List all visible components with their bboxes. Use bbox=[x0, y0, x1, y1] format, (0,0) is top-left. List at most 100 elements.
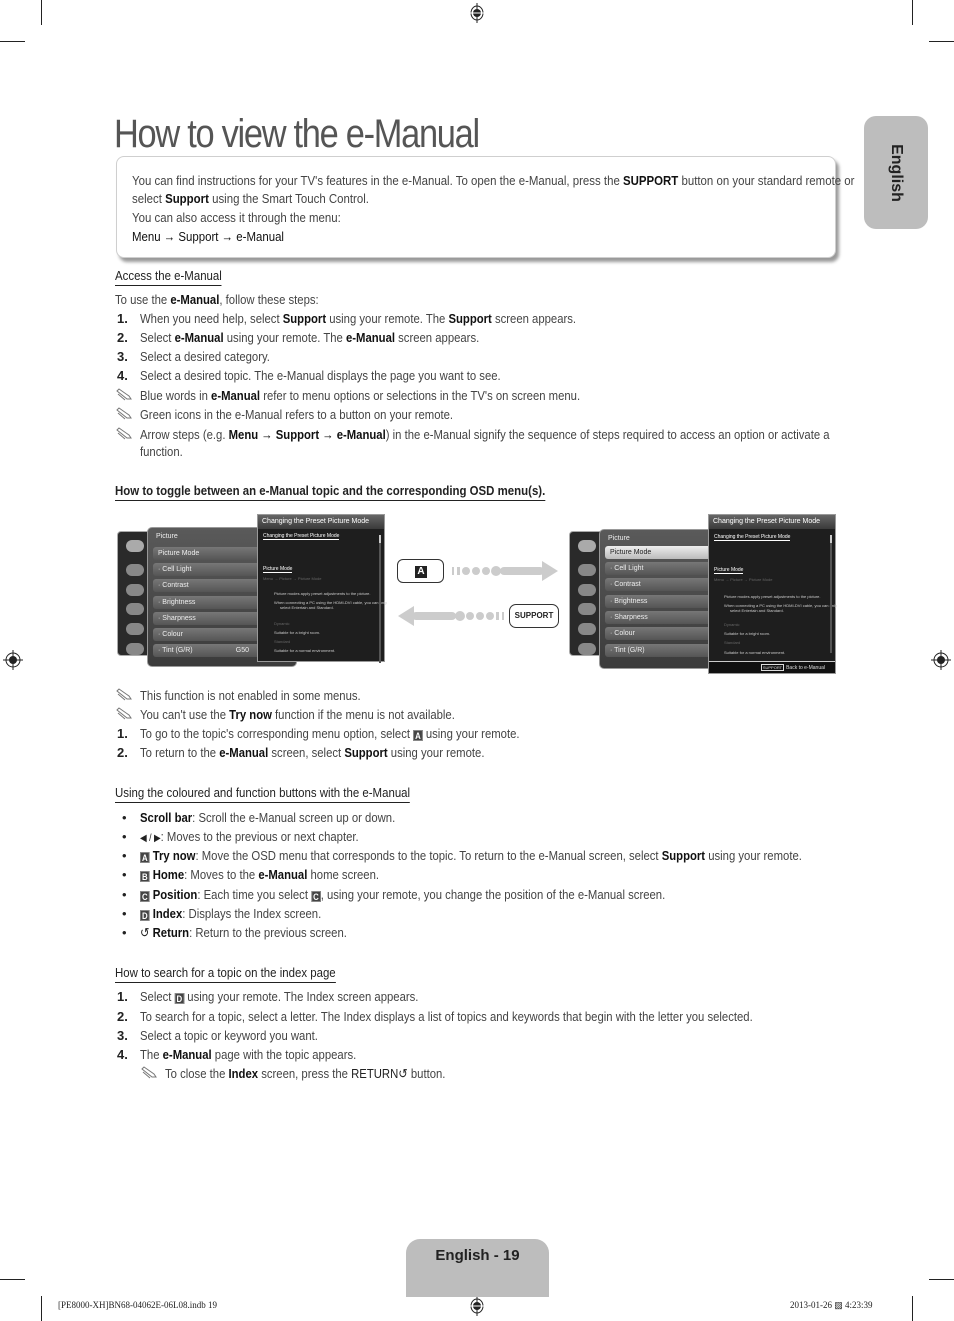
network-icon bbox=[578, 584, 596, 596]
toggle-note: You can't use the Try now function if th… bbox=[115, 705, 835, 724]
panel-footer: SUPPORT Back to e-Manual bbox=[709, 661, 835, 673]
panel-subtitle: Changing the Preset Picture Mode bbox=[263, 533, 340, 540]
language-tab-label: English bbox=[888, 143, 905, 202]
d-key-icon: D bbox=[140, 910, 150, 921]
panel-text: Standard bbox=[274, 639, 291, 644]
page-title: How to view the e-Manual bbox=[114, 112, 480, 156]
a-key-icon: A bbox=[140, 852, 150, 863]
panel-section: Picture Mode bbox=[714, 567, 744, 574]
c-key-icon: C bbox=[311, 891, 321, 902]
button-item: • A Try now: Move the OSD menu that corre… bbox=[122, 848, 802, 863]
arrow-right-icon bbox=[452, 561, 558, 581]
access-note: Arrow steps (e.g. Menu → Support → e-Man… bbox=[115, 425, 835, 444]
smart-features-icon bbox=[578, 603, 596, 615]
access-step: 1. When you need help, select Support usi… bbox=[117, 311, 577, 326]
arrow-left-icon bbox=[398, 606, 504, 626]
scrollbar bbox=[830, 535, 832, 653]
panel-text: Suitable for a normal environment. bbox=[274, 648, 336, 653]
panel-text: Standard bbox=[724, 640, 741, 645]
crop-mark bbox=[0, 41, 25, 42]
panel-path: Menu → Picture → Picture Mode bbox=[263, 576, 322, 581]
intro-line-3: You can also access it through the menu: bbox=[132, 210, 341, 225]
intro-menu-path: Menu → Support → e-Manual bbox=[132, 229, 284, 244]
intro-line-1: You can find instructions for your TV's … bbox=[132, 173, 855, 188]
button-item: • ◀ / ▶: Moves to the previous or next ch… bbox=[122, 829, 359, 844]
gear-icon bbox=[126, 623, 144, 635]
panel-text: Picture modes apply preset adjustments t… bbox=[724, 594, 821, 599]
section-heading-toggle: How to toggle between an e-Manual topic … bbox=[115, 483, 546, 501]
page-number-tab: English - 19 bbox=[406, 1239, 549, 1297]
support-key-button: SUPPORT bbox=[509, 604, 559, 628]
pencil-note-icon bbox=[116, 427, 132, 440]
emanual-panel: Changing the Preset Picture Mode Changin… bbox=[257, 514, 387, 663]
registration-mark-icon bbox=[469, 1296, 485, 1316]
section-heading-buttons: Using the coloured and function buttons … bbox=[115, 785, 411, 803]
crop-mark bbox=[912, 0, 913, 25]
c-key-icon: C bbox=[140, 891, 150, 902]
section-heading-access: Access the e-Manual bbox=[115, 268, 222, 286]
button-item: • ↺ Return: Return to the previous screen… bbox=[122, 925, 347, 940]
emanual-panel: Changing the Preset Picture Mode Changin… bbox=[708, 514, 837, 674]
picture-icon bbox=[126, 540, 144, 552]
search-step: 3. Select a topic or keyword you want. bbox=[117, 1028, 318, 1043]
intro-line-2: select Support using the Smart Touch Con… bbox=[132, 191, 369, 206]
page-number-label: English - 19 bbox=[435, 1247, 520, 1264]
search-step: 2. To search for a topic, select a letter… bbox=[117, 1009, 753, 1024]
access-note: Blue words in e-Manual refer to menu opt… bbox=[115, 386, 835, 405]
pencil-note-icon bbox=[116, 707, 132, 720]
pencil-note-icon bbox=[141, 1066, 157, 1079]
button-item: • Scroll bar: Scroll the e-Manual screen … bbox=[122, 810, 396, 825]
search-note: To close the Index screen, press the RET… bbox=[140, 1064, 840, 1083]
prev-next-arrows-icon: ◀ / ▶ bbox=[140, 833, 161, 844]
pencil-note-icon bbox=[116, 688, 132, 701]
a-key-button: A bbox=[397, 559, 444, 583]
button-item: • C Position: Each time you select C, usi… bbox=[122, 887, 666, 902]
picture-icon bbox=[578, 540, 596, 552]
access-lead: To use the e-Manual, follow these steps: bbox=[115, 292, 319, 307]
toggle-step: 2. To return to the e-Manual screen, sele… bbox=[117, 745, 485, 760]
pencil-note-icon bbox=[116, 407, 132, 420]
d-key-icon: D bbox=[174, 993, 185, 1004]
panel-text: Suitable for a bright room. bbox=[724, 631, 771, 636]
panel-path: Menu → Picture → Picture Mode bbox=[714, 577, 773, 582]
crop-mark bbox=[912, 1296, 913, 1321]
registration-mark-icon bbox=[469, 3, 485, 23]
scrollbar bbox=[379, 535, 381, 663]
crop-mark bbox=[929, 1279, 954, 1280]
tv-screenshot-osd: Picture Picture Mode · Cell Light · Cont… bbox=[117, 514, 387, 667]
registration-mark-icon bbox=[931, 650, 951, 670]
support-icon bbox=[126, 643, 144, 655]
access-note: Green icons in the e-Manual refers to a … bbox=[115, 405, 835, 424]
crop-mark bbox=[929, 41, 954, 42]
access-note-continued: function. bbox=[140, 444, 183, 459]
panel-text: Picture modes apply preset adjustments t… bbox=[274, 591, 371, 596]
gear-icon bbox=[578, 623, 596, 635]
panel-section: Picture Mode bbox=[263, 566, 293, 573]
menu-title: Picture bbox=[608, 535, 630, 542]
a-key-icon: A bbox=[413, 730, 423, 741]
tv-screenshot-emanual: Picture Picture Mode · Cell Light · Cont… bbox=[569, 514, 837, 674]
panel-header: Changing the Preset Picture Mode bbox=[258, 515, 384, 529]
support-icon bbox=[578, 643, 596, 655]
panel-text: select Entertain and Standard. bbox=[280, 605, 334, 610]
footer-timestamp: 2013-01-26 ▨ 4:23:39 bbox=[790, 1300, 873, 1310]
toggle-note: This function is not enabled in some men… bbox=[115, 686, 835, 705]
menu-title: Picture bbox=[156, 533, 178, 540]
crop-mark bbox=[0, 1279, 25, 1280]
registration-mark-icon bbox=[3, 650, 23, 670]
b-key-icon: B bbox=[140, 871, 150, 882]
search-step: 1. Select D using your remote. The Index … bbox=[117, 989, 419, 1004]
panel-text: Dynamic bbox=[274, 621, 290, 626]
panel-text: Suitable for a normal environment. bbox=[724, 650, 786, 655]
crop-mark bbox=[41, 1296, 42, 1321]
panel-subtitle: Changing the Preset Picture Mode bbox=[714, 534, 791, 541]
button-item: • D Index: Displays the Index screen. bbox=[122, 906, 322, 921]
access-step: 4. Select a desired topic. The e-Manual d… bbox=[117, 368, 501, 383]
panel-text: Suitable for a bright room. bbox=[274, 630, 321, 635]
support-key-icon: SUPPORT bbox=[760, 664, 785, 671]
network-icon bbox=[126, 584, 144, 596]
access-step: 3. Select a desired category. bbox=[117, 349, 270, 364]
return-icon: ↺ bbox=[140, 925, 150, 940]
panel-header: Changing the Preset Picture Mode bbox=[709, 515, 835, 529]
back-to-emanual-label: Back to e-Manual bbox=[786, 665, 825, 671]
